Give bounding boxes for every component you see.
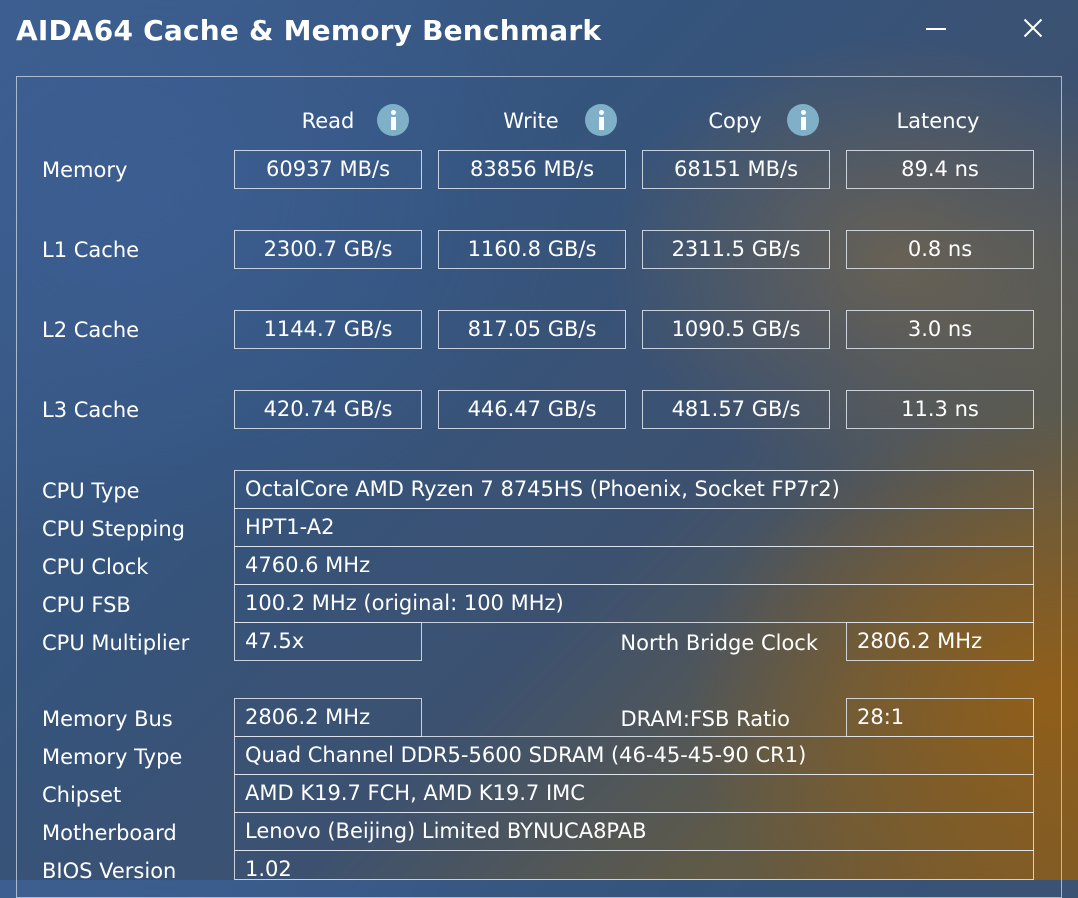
cpu-stepping-label: CPU Stepping [42, 517, 185, 541]
cpu-type-field[interactable]: OctalCore AMD Ryzen 7 8745HS (Phoenix, S… [234, 470, 1034, 509]
l1-read-field[interactable]: 2300.7 GB/s [234, 230, 422, 269]
cpu-stepping-field[interactable]: HPT1-A2 [234, 508, 1034, 547]
l2-latency-field[interactable]: 3.0 ns [846, 310, 1034, 349]
memory-bus-label: Memory Bus [42, 707, 173, 731]
memory-type-label: Memory Type [42, 745, 183, 769]
row-label-l2: L2 Cache [42, 318, 140, 342]
chipset-label: Chipset [42, 783, 122, 807]
window-title: AIDA64 Cache & Memory Benchmark [16, 14, 602, 47]
cpu-fsb-label: CPU FSB [42, 593, 131, 617]
cpu-fsb-field[interactable]: 100.2 MHz (original: 100 MHz) [234, 584, 1034, 623]
l1-write-field[interactable]: 1160.8 GB/s [438, 230, 626, 269]
cpu-multiplier-label: CPU Multiplier [42, 631, 190, 655]
memory-write-field[interactable]: 83856 MB/s [438, 150, 626, 189]
row-label-l1: L1 Cache [42, 238, 140, 262]
l1-copy-field[interactable]: 2311.5 GB/s [642, 230, 830, 269]
l2-read-field[interactable]: 1144.7 GB/s [234, 310, 422, 349]
nb-clock-label: North Bridge Clock [620, 631, 818, 655]
memory-copy-field[interactable]: 68151 MB/s [642, 150, 830, 189]
header-write: Write [503, 109, 559, 133]
memory-type-field[interactable]: Quad Channel DDR5-5600 SDRAM (46-45-45-9… [234, 736, 1034, 775]
nb-clock-field[interactable]: 2806.2 MHz [846, 622, 1034, 661]
memory-read-field[interactable]: 60937 MB/s [234, 150, 422, 189]
row-label-memory: Memory [42, 158, 128, 182]
l3-read-field[interactable]: 420.74 GB/s [234, 390, 422, 429]
l3-copy-field[interactable]: 481.57 GB/s [642, 390, 830, 429]
l2-copy-field[interactable]: 1090.5 GB/s [642, 310, 830, 349]
header-latency: Latency [896, 109, 980, 133]
bios-version-field[interactable]: 1.02 [234, 850, 1034, 880]
row-label-l3: L3 Cache [42, 398, 140, 422]
cpu-clock-label: CPU Clock [42, 555, 149, 579]
minimize-button[interactable] [918, 12, 954, 44]
l3-write-field[interactable]: 446.47 GB/s [438, 390, 626, 429]
motherboard-label: Motherboard [42, 821, 177, 845]
memory-latency-field[interactable]: 89.4 ns [846, 150, 1034, 189]
memory-bus-field[interactable]: 2806.2 MHz [234, 698, 422, 737]
l2-write-field[interactable]: 817.05 GB/s [438, 310, 626, 349]
header-copy: Copy [708, 109, 762, 133]
dram-ratio-field[interactable]: 28:1 [846, 698, 1034, 737]
write-info-icon[interactable] [585, 104, 617, 136]
dram-ratio-label: DRAM:FSB Ratio [620, 707, 790, 731]
cpu-type-label: CPU Type [42, 479, 140, 503]
header-read: Read [301, 109, 355, 133]
read-info-icon[interactable] [377, 104, 409, 136]
l3-latency-field[interactable]: 11.3 ns [846, 390, 1034, 429]
close-button[interactable] [1014, 12, 1050, 44]
motherboard-field[interactable]: Lenovo (Beijing) Limited BYNUCA8PAB [234, 812, 1034, 851]
cpu-clock-field[interactable]: 4760.6 MHz [234, 546, 1034, 585]
chipset-field[interactable]: AMD K19.7 FCH, AMD K19.7 IMC [234, 774, 1034, 813]
bios-version-label: BIOS Version [42, 859, 177, 883]
l1-latency-field[interactable]: 0.8 ns [846, 230, 1034, 269]
copy-info-icon[interactable] [787, 104, 819, 136]
cpu-multiplier-field[interactable]: 47.5x [234, 622, 422, 661]
